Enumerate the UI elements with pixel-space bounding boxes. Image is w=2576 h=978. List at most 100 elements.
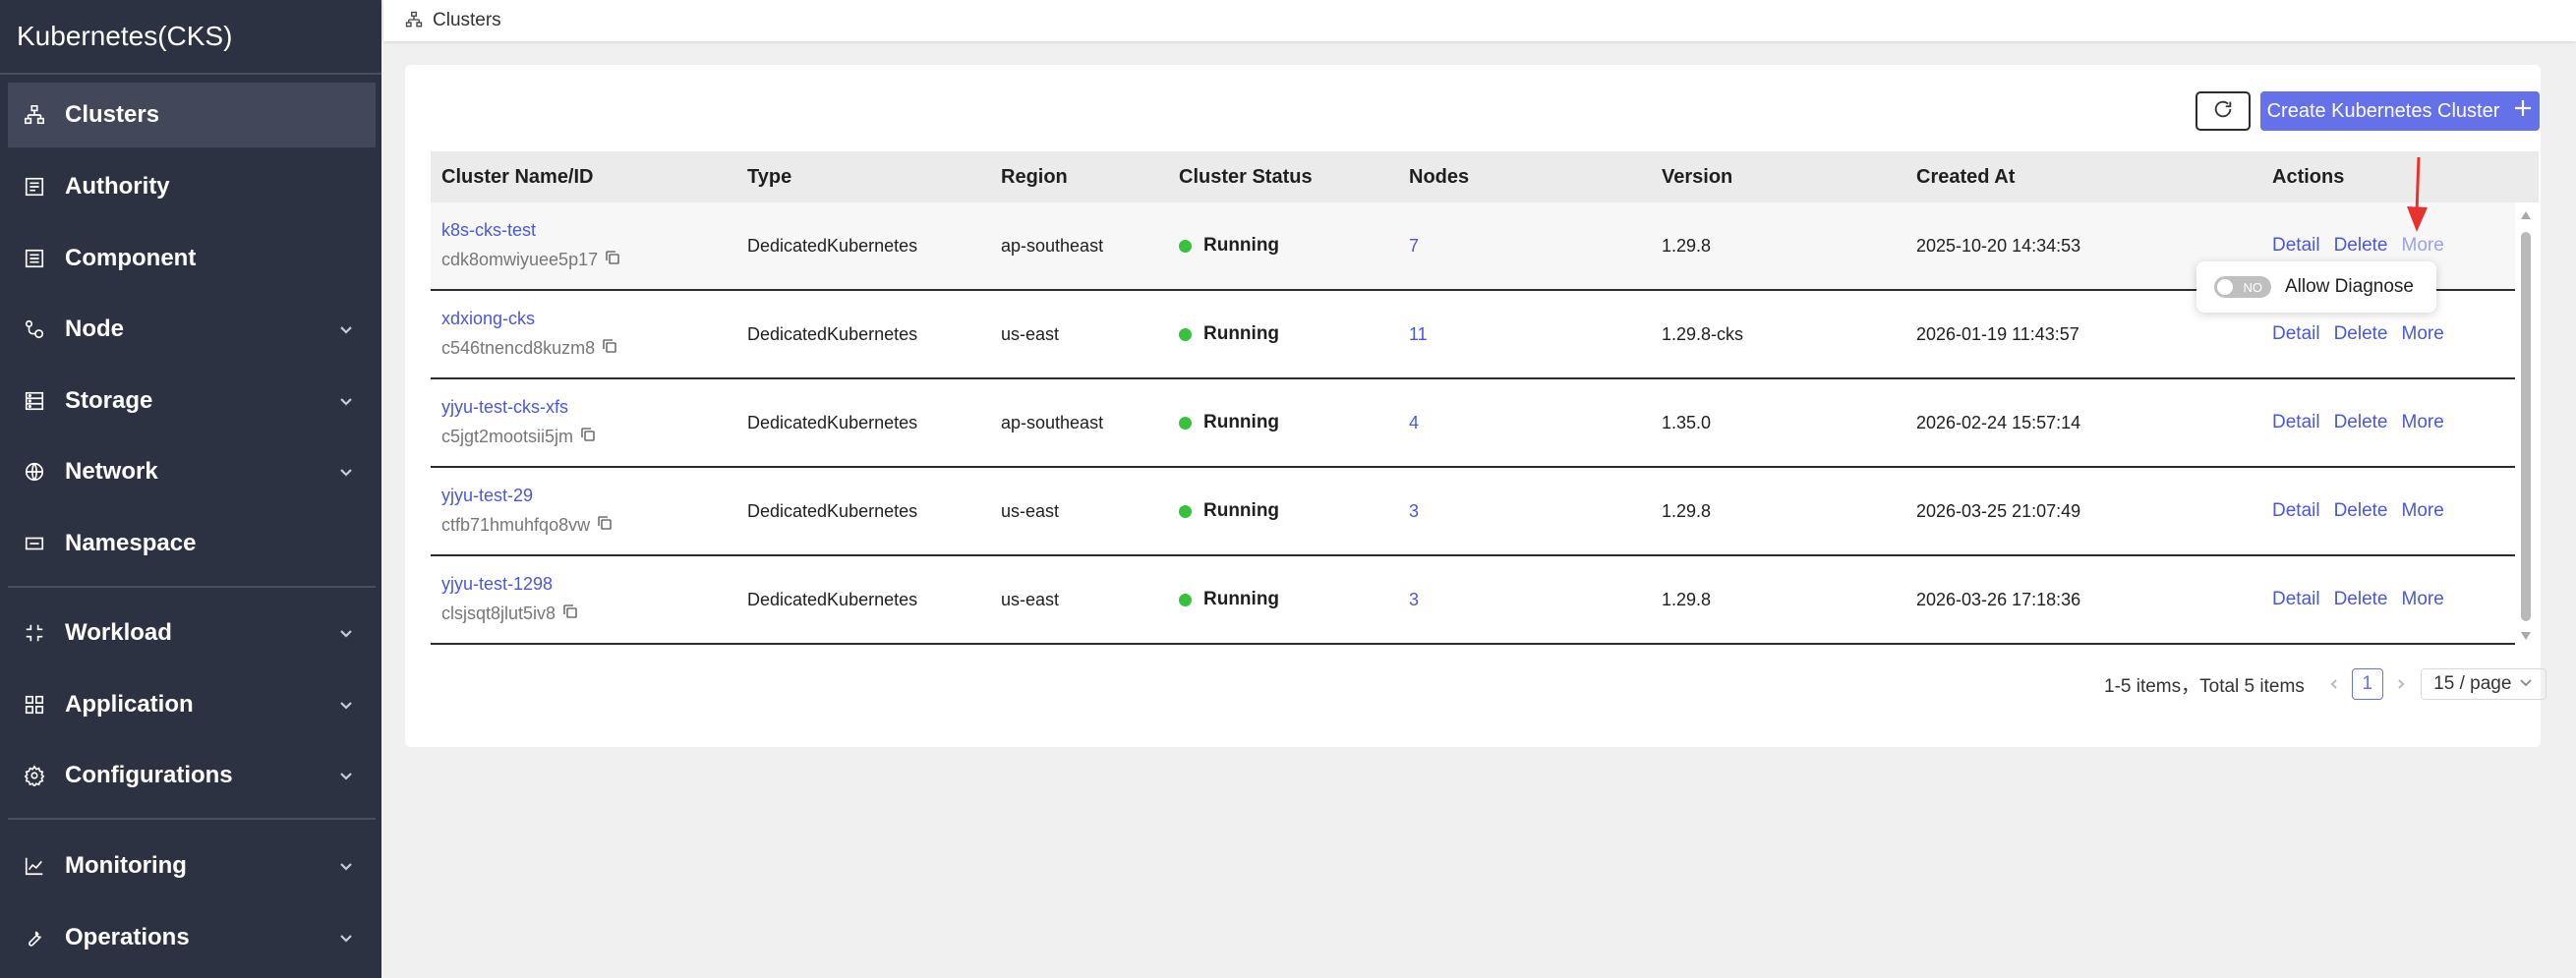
cluster-type: DedicatedKubernetes	[747, 323, 918, 344]
chevron-down-icon	[334, 693, 358, 717]
detail-link[interactable]: Detail	[2272, 235, 2320, 257]
component-icon	[22, 246, 47, 271]
chevron-down-icon	[334, 621, 358, 645]
sidebar-item-label: Application	[65, 691, 194, 718]
sidebar-item-clusters[interactable]: Clusters	[8, 83, 376, 147]
pagination-summary: 1-5 items，Total 5 items	[2104, 675, 2305, 697]
cluster-version: 1.29.8-cks	[1662, 323, 1744, 344]
chevron-down-icon	[334, 317, 358, 341]
header-type: Type	[747, 165, 792, 188]
delete-link[interactable]: Delete	[2334, 500, 2388, 522]
toggle-state-label: NO	[2243, 279, 2263, 295]
breadcrumb-item[interactable]: Clusters	[433, 10, 501, 31]
sidebar-item-namespace[interactable]: Namespace	[8, 511, 376, 576]
cluster-name-link[interactable]: k8s-cks-test	[441, 220, 536, 241]
nodes-link[interactable]: 3	[1409, 556, 1419, 643]
copy-icon[interactable]	[601, 337, 618, 360]
cluster-type: DedicatedKubernetes	[747, 235, 918, 256]
detail-link[interactable]: Detail	[2272, 412, 2320, 433]
cluster-name-link[interactable]: yjyu-test-29	[441, 486, 533, 506]
copy-icon[interactable]	[579, 426, 597, 448]
page-size-select[interactable]: 15 / page	[2420, 668, 2547, 700]
more-link[interactable]: More	[2402, 235, 2444, 257]
globe-icon	[22, 459, 47, 485]
more-link[interactable]: More	[2402, 323, 2444, 345]
create-cluster-label: Create Kubernetes Cluster	[2266, 99, 2500, 122]
cluster-version: 1.35.0	[1662, 412, 1712, 432]
sidebar-item-monitoring[interactable]: Monitoring	[8, 834, 376, 898]
status-badge: Running	[1179, 468, 1279, 554]
allow-diagnose-toggle[interactable]: NO	[2214, 276, 2271, 298]
header-region: Region	[1001, 165, 1068, 188]
chart-line-icon	[22, 853, 47, 879]
sidebar-item-label: Node	[65, 316, 124, 342]
wrench-icon	[22, 925, 47, 950]
nodes-link[interactable]: 4	[1409, 379, 1419, 466]
sidebar-item-label: Workload	[65, 619, 172, 646]
header-name: Cluster Name/ID	[441, 165, 594, 188]
sidebar-item-application[interactable]: Application	[8, 672, 376, 737]
header-version: Version	[1662, 165, 1733, 188]
sidebar-item-configurations[interactable]: Configurations	[8, 743, 376, 808]
row-actions: Detail Delete More	[2272, 379, 2444, 466]
delete-link[interactable]: Delete	[2334, 323, 2388, 345]
cluster-region: ap-southeast	[1001, 412, 1104, 432]
more-link[interactable]: More	[2402, 412, 2444, 433]
copy-icon[interactable]	[596, 514, 614, 537]
workload-icon	[22, 620, 47, 646]
delete-link[interactable]: Delete	[2334, 412, 2388, 433]
chevron-down-icon	[2519, 673, 2533, 695]
refresh-button[interactable]	[2195, 91, 2251, 131]
sidebar-item-node[interactable]: Node	[8, 297, 376, 362]
nodes-link[interactable]: 7	[1409, 202, 1419, 289]
cluster-id: cdk8omwiyuee5p17	[441, 249, 621, 271]
pagination: 1-5 items，Total 5 items 1 15 / page	[2104, 668, 2547, 700]
cluster-id: clsjsqt8jlut5iv8	[441, 603, 579, 625]
more-link[interactable]: More	[2402, 589, 2444, 610]
cluster-name-link[interactable]: xdxiong-cks	[441, 309, 535, 329]
scrollbar-thumb[interactable]	[2521, 232, 2531, 621]
chevron-down-icon	[334, 926, 358, 949]
delete-link[interactable]: Delete	[2334, 235, 2388, 257]
status-text: Running	[1203, 323, 1280, 344]
copy-icon[interactable]	[604, 249, 621, 271]
table-row: yjyu-test-cks-xfs c5jgt2mootsii5jm Dedic…	[431, 379, 2515, 468]
status-text: Running	[1203, 412, 1280, 432]
sidebar-item-workload[interactable]: Workload	[8, 601, 376, 665]
chevron-down-icon	[334, 764, 358, 787]
node-icon	[22, 316, 47, 342]
cluster-name-link[interactable]: yjyu-test-cks-xfs	[441, 397, 568, 418]
delete-link[interactable]: Delete	[2334, 589, 2388, 610]
nodes-link[interactable]: 3	[1409, 468, 1419, 554]
detail-link[interactable]: Detail	[2272, 589, 2320, 610]
copy-icon[interactable]	[561, 603, 579, 625]
created-at: 2026-02-24 15:57:14	[1916, 412, 2081, 432]
next-page-icon[interactable]	[2391, 674, 2411, 694]
scroll-up-icon[interactable]	[2519, 208, 2533, 222]
detail-link[interactable]: Detail	[2272, 323, 2320, 345]
cluster-name-link[interactable]: yjyu-test-1298	[441, 574, 553, 595]
created-at: 2026-03-26 17:18:36	[1916, 589, 2081, 609]
create-cluster-button[interactable]: Create Kubernetes Cluster	[2260, 91, 2540, 131]
sidebar-item-storage[interactable]: Storage	[8, 369, 376, 433]
prev-page-icon[interactable]	[2324, 674, 2344, 694]
scroll-down-icon[interactable]	[2519, 629, 2533, 643]
table-row: yjyu-test-1298 clsjsqt8jlut5iv8 Dedicate…	[431, 556, 2515, 645]
more-link[interactable]: More	[2402, 500, 2444, 522]
nodes-link[interactable]: 11	[1409, 291, 1428, 377]
sidebar-item-label: Operations	[65, 924, 190, 950]
header-actions: Actions	[2272, 165, 2345, 188]
clusters-icon	[22, 102, 47, 128]
sidebar-item-operations[interactable]: Operations	[8, 905, 376, 970]
cluster-id: c546tnencd8kuzm8	[441, 337, 618, 360]
sidebar-item-label: Namespace	[65, 530, 197, 556]
table-header: Cluster Name/ID Type Region Cluster Stat…	[431, 151, 2539, 202]
detail-link[interactable]: Detail	[2272, 500, 2320, 522]
status-badge: Running	[1179, 379, 1279, 466]
chevron-down-icon	[334, 460, 358, 484]
sidebar-item-component[interactable]: Component	[8, 226, 376, 291]
sidebar-item-authority[interactable]: Authority	[8, 154, 376, 219]
sidebar-item-network[interactable]: Network	[8, 439, 376, 504]
row-actions: Detail Delete More	[2272, 468, 2444, 554]
page-number-button[interactable]: 1	[2351, 668, 2383, 700]
